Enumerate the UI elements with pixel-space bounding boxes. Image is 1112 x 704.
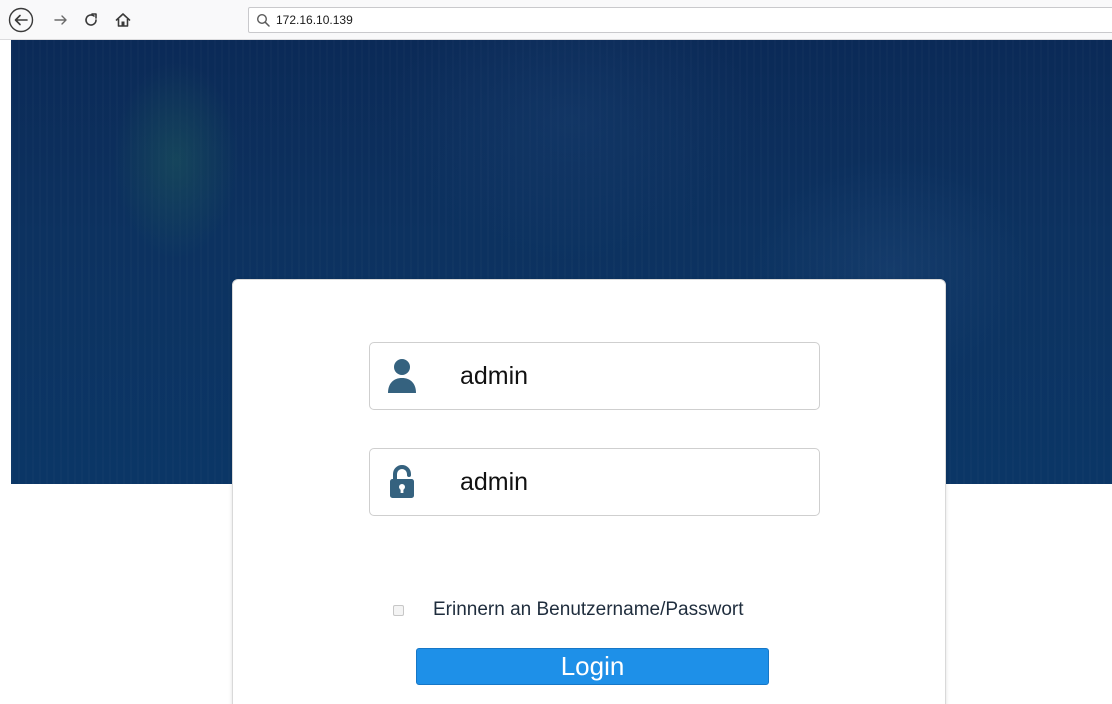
home-icon[interactable]: [112, 9, 134, 31]
password-field[interactable]: [369, 448, 820, 516]
unlock-icon: [387, 464, 417, 500]
remember-label[interactable]: Erinnern an Benutzername/Passwort: [433, 599, 744, 621]
url-bar[interactable]: 172.16.10.139: [248, 7, 1112, 33]
url-text[interactable]: 172.16.10.139: [276, 13, 353, 27]
forward-arrow-icon[interactable]: [50, 9, 72, 31]
back-arrow-icon[interactable]: [8, 7, 34, 33]
login-card: Erinnern an Benutzername/Passwort Login: [232, 279, 946, 704]
username-input[interactable]: [460, 357, 800, 395]
page: 172.16.10.139 admin admin Erinnern an Be…: [0, 0, 1112, 704]
username-field[interactable]: [369, 342, 820, 410]
password-input[interactable]: [460, 463, 800, 501]
user-icon: [387, 358, 417, 394]
browser-toolbar: 172.16.10.139: [0, 0, 1112, 40]
remember-me[interactable]: Erinnern an Benutzername/Passwort: [393, 598, 744, 622]
search-icon: [256, 13, 270, 27]
reload-icon[interactable]: [80, 9, 102, 31]
login-button[interactable]: Login: [416, 648, 769, 685]
remember-checkbox[interactable]: [393, 604, 404, 616]
